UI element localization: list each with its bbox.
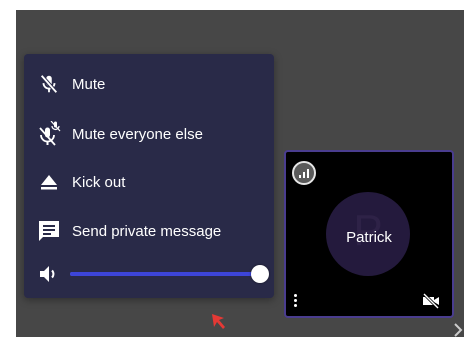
volume-icon [36, 261, 62, 287]
chevron-right-icon[interactable] [452, 322, 464, 337]
participant-tile[interactable]: P Patrick [284, 150, 454, 318]
mute-everyone-menu-item[interactable]: Mute everyone else [24, 112, 274, 156]
mute-all-icon [36, 121, 62, 147]
volume-control [24, 252, 274, 296]
video-off-icon [422, 292, 440, 310]
mute-label: Mute [72, 75, 106, 93]
kick-out-menu-item[interactable]: Kick out [24, 160, 274, 204]
eject-icon [36, 169, 62, 195]
signal-icon[interactable] [292, 161, 316, 185]
send-private-message-menu-item[interactable]: Send private message [24, 209, 274, 253]
mute-menu-item[interactable]: Mute [24, 62, 274, 106]
volume-slider-fill [70, 272, 260, 276]
message-icon [36, 218, 62, 244]
more-options-icon[interactable] [294, 294, 298, 308]
participant-name: Patrick [346, 229, 392, 246]
mic-off-icon [36, 71, 62, 97]
volume-slider-thumb[interactable] [251, 265, 269, 283]
kick-out-label: Kick out [72, 173, 126, 191]
participant-context-menu: Mute Mute everyone else Kick out Send pr… [24, 54, 274, 298]
send-private-message-label: Send private message [72, 222, 222, 240]
volume-slider[interactable] [70, 265, 269, 283]
mouse-cursor-icon [210, 312, 230, 332]
mute-everyone-label: Mute everyone else [72, 125, 203, 143]
